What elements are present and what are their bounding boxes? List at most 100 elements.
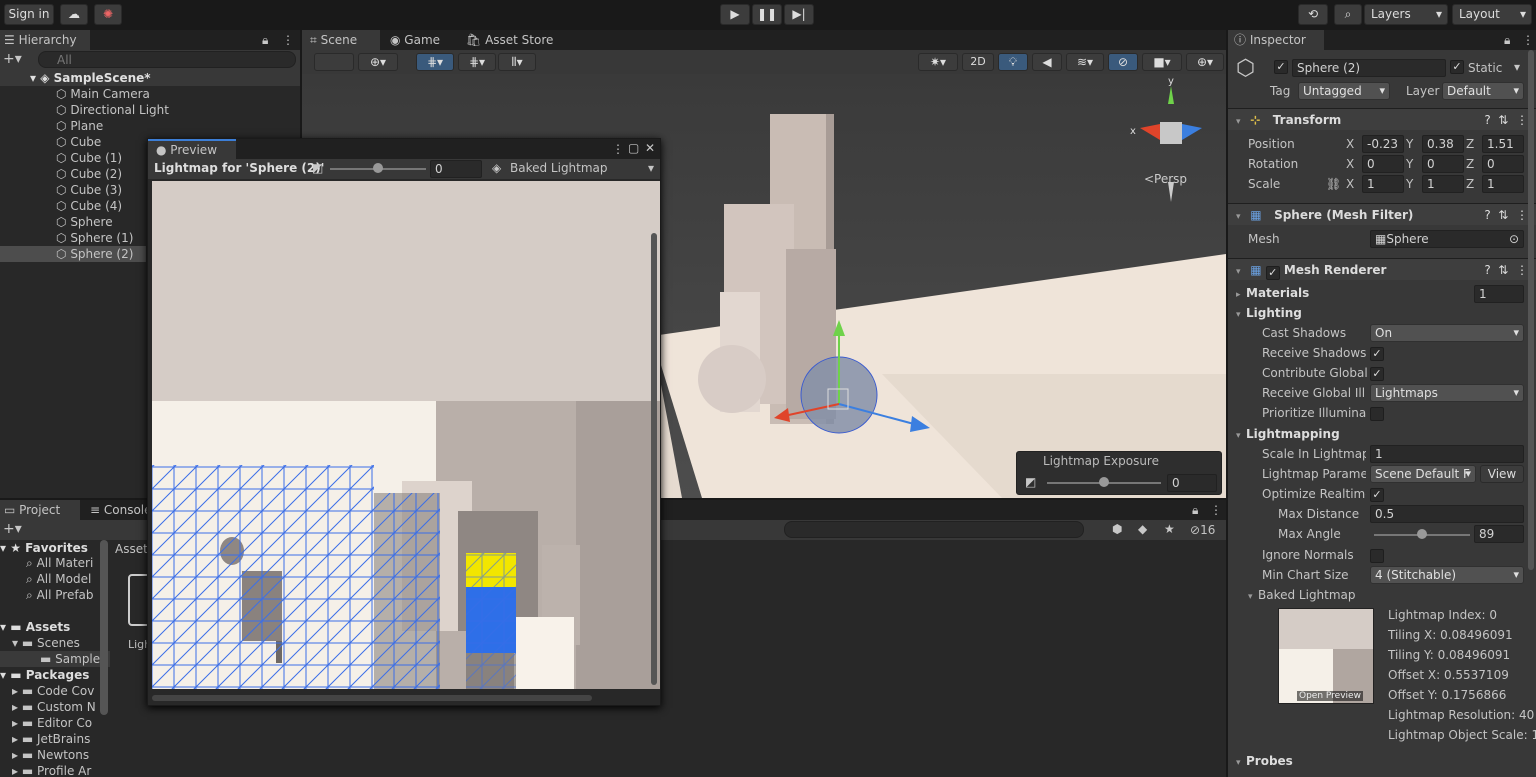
grid-snap-button[interactable]: ⋕▾ [416, 53, 454, 71]
collab-icon[interactable]: ✺ [94, 4, 122, 25]
object-picker-icon[interactable]: ⊙ [1509, 231, 1519, 247]
add-icon[interactable]: +▾ [3, 52, 22, 66]
persp-label[interactable]: <Persp [1144, 172, 1187, 186]
camera-button[interactable]: ■▾ [1142, 53, 1182, 71]
search-by-type-icon[interactable]: ⬢ [1112, 523, 1122, 535]
package-item[interactable]: ▸ ▬ JetBrains [0, 731, 110, 747]
max-angle-thumb[interactable] [1417, 529, 1427, 539]
visibility-button[interactable]: ⊘ [1108, 53, 1138, 71]
mesh-renderer-enabled-checkbox[interactable]: ✓ [1265, 266, 1280, 280]
cast-shadows-dropdown[interactable]: On [1370, 324, 1524, 342]
inspector-scrollbar[interactable] [1528, 50, 1534, 570]
gizmos-button[interactable]: ⊕▾ [1186, 53, 1224, 71]
pause-button[interactable]: ❚❚ [752, 4, 782, 25]
package-item[interactable]: ▸ ▬ Editor Co [0, 715, 110, 731]
assets-header[interactable]: ▾ ▬ Assets [0, 619, 110, 635]
contribute-gi-checkbox[interactable]: ✓ [1370, 367, 1384, 381]
preview-exposure-thumb[interactable] [373, 163, 383, 173]
cloud-icon[interactable]: ☁ [60, 4, 88, 25]
lock-icon[interactable]: 🔒︎ [262, 34, 268, 46]
label-icon[interactable]: ◆ [1138, 523, 1147, 535]
lightmap-mode-dropdown[interactable]: Baked Lightmap ▾ [510, 161, 658, 175]
probes-foldout[interactable]: ▾ Probes [1236, 754, 1293, 768]
favorite-item[interactable]: ⌕ All Materi [0, 555, 110, 571]
transform-ry-field[interactable]: 0 [1422, 155, 1464, 173]
chevron-down-icon[interactable]: ▾ [1514, 61, 1520, 73]
search-icon[interactable]: ⌕ [1334, 4, 1362, 25]
lightmap-params-dropdown[interactable]: Scene Default F [1370, 465, 1476, 483]
history-icon[interactable]: ⟲ [1298, 4, 1328, 25]
gizmo-toggle-button[interactable]: ✷▾ [918, 53, 958, 71]
max-angle-field[interactable]: 89 [1474, 525, 1524, 543]
optimize-realtime-checkbox[interactable]: ✓ [1370, 488, 1384, 502]
component-menu-icon[interactable]: ? ⇅ ⋮ [1484, 109, 1528, 131]
scale-in-lightmap-field[interactable]: 1 [1370, 445, 1524, 463]
layers-dropdown[interactable]: Layers ▾ [1364, 4, 1448, 25]
transform-sx-field[interactable]: 1 [1362, 175, 1404, 193]
sample-folder[interactable]: ▬ Sample [0, 651, 110, 667]
effects-button[interactable]: ≋▾ [1066, 53, 1104, 71]
prioritize-checkbox[interactable] [1370, 407, 1384, 421]
tab-preview[interactable]: ● Preview [148, 139, 236, 159]
tab-game[interactable]: ◉ Game [382, 30, 448, 50]
grid-button[interactable]: ⦀▾ [498, 53, 536, 71]
layer-dropdown[interactable]: Default [1442, 82, 1524, 100]
project-search-input[interactable] [784, 521, 1084, 538]
tab-inspector[interactable]: ⓘ Inspector [1228, 30, 1324, 50]
hierarchy-item[interactable]: ⬡ Directional Light [0, 102, 300, 118]
favorite-item[interactable]: ⌕ All Prefab [0, 587, 110, 603]
packages-header[interactable]: ▾ ▬ Packages [0, 667, 110, 683]
receive-shadows-checkbox[interactable]: ✓ [1370, 347, 1384, 361]
play-button[interactable]: ▶ [720, 4, 750, 25]
more-icon[interactable]: ⋮ [1522, 34, 1534, 46]
active-checkbox[interactable]: ✓ [1274, 60, 1288, 74]
transform-sy-field[interactable]: 1 [1422, 175, 1464, 193]
name-field[interactable]: Sphere (2) [1292, 59, 1446, 77]
increment-snap-button[interactable]: ⋕▾ [458, 53, 496, 71]
tab-asset-store[interactable]: 🛍︎ Asset Store [458, 30, 561, 50]
min-chart-size-dropdown[interactable]: 4 (Stitchable) [1370, 566, 1524, 584]
layout-dropdown[interactable]: Layout ▾ [1452, 4, 1532, 25]
exposure-value-field[interactable]: 0 [1167, 474, 1217, 492]
receive-gi-dropdown[interactable]: Lightmaps [1370, 384, 1524, 402]
more-icon[interactable]: ⋮ [282, 34, 294, 46]
lighting-foldout[interactable]: ▾ Lighting [1236, 306, 1302, 320]
transform-sz-field[interactable]: 1 [1482, 175, 1524, 193]
tab-hierarchy[interactable]: ☰ Hierarchy [0, 30, 90, 50]
preview-exposure-field[interactable]: 0 [430, 160, 482, 178]
hierarchy-item[interactable]: ⬡ Plane [0, 118, 300, 134]
sign-in-button[interactable]: Sign in [4, 4, 54, 25]
open-preview-label[interactable]: Open Preview [1297, 691, 1363, 701]
preview-vscrollbar[interactable] [651, 233, 657, 685]
draw-mode-button[interactable] [314, 53, 354, 71]
lightmapping-foldout[interactable]: ▾ Lightmapping [1236, 427, 1340, 441]
more-icon[interactable]: ⋮ [612, 143, 624, 155]
scenes-folder[interactable]: ▾ ▬ Scenes [0, 635, 110, 651]
maximize-icon[interactable]: ▢ [628, 142, 639, 154]
view-button[interactable]: View [1480, 465, 1524, 483]
lightmap-image[interactable] [152, 181, 660, 689]
lighting-button[interactable]: 💡︎ [998, 53, 1028, 71]
transform-header[interactable]: ▾ ⊹ Transform? ⇅ ⋮ [1228, 108, 1536, 130]
preview-hscrollbar[interactable] [152, 695, 592, 701]
favorites-header[interactable]: ▾ ★ Favorites [0, 540, 110, 556]
lock-icon[interactable]: 🔒︎ [1192, 504, 1198, 516]
baked-lightmap-thumbnail[interactable]: Open Preview [1278, 608, 1374, 704]
step-button[interactable]: ▶| [784, 4, 814, 25]
favorite-icon[interactable]: ★ [1164, 523, 1175, 535]
lock-icon[interactable]: 🔒︎ [1504, 34, 1510, 46]
hierarchy-item[interactable]: ⬡ Sphere (2) [0, 246, 146, 262]
package-item[interactable]: ▸ ▬ Profile Ar [0, 763, 110, 777]
transform-rx-field[interactable]: 0 [1362, 155, 1404, 173]
add-icon[interactable]: +▾ [3, 522, 22, 536]
scene-row[interactable]: ▾ ◈ SampleScene* [0, 70, 300, 86]
component-menu-icon[interactable]: ? ⇅ ⋮ [1484, 259, 1528, 281]
close-icon[interactable]: ✕ [645, 142, 655, 154]
mesh-filter-header[interactable]: ▾ ▦ Sphere (Mesh Filter)? ⇅ ⋮ [1228, 203, 1536, 225]
transform-py-field[interactable]: 0.38 [1422, 135, 1464, 153]
favorite-item[interactable]: ⌕ All Model [0, 571, 110, 587]
mode-2d-button[interactable]: 2D [962, 53, 994, 71]
hierarchy-item[interactable]: ⬡ Main Camera [0, 86, 300, 102]
tag-dropdown[interactable]: Untagged [1298, 82, 1390, 100]
hidden-packages-count[interactable]: ⊘16 [1190, 523, 1215, 537]
